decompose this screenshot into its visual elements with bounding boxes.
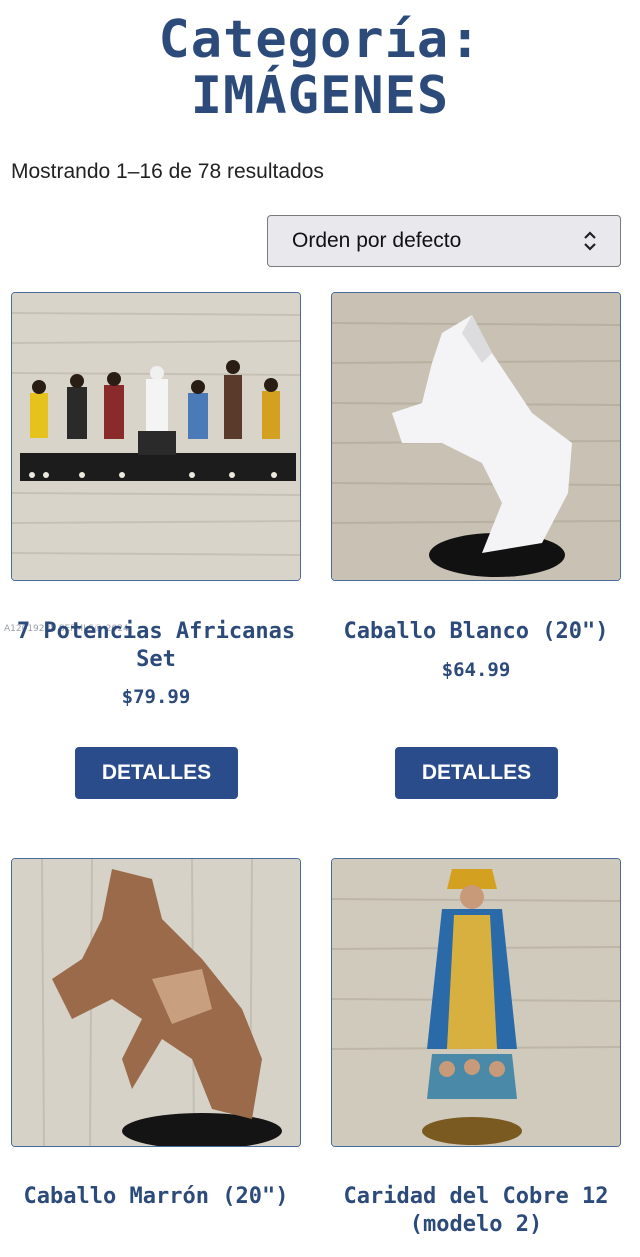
page-title-line1: Categoría:: [158, 10, 482, 70]
product-image-caballo-blanco[interactable]: [331, 292, 621, 581]
details-button[interactable]: DETALLES: [395, 747, 558, 799]
sort-selected-label: Orden por defecto: [292, 229, 462, 252]
page-title: Categoría: IMÁGENES: [0, 12, 640, 124]
product-image-7-potencias[interactable]: [11, 292, 301, 581]
product-image-caballo-marron[interactable]: [11, 858, 301, 1147]
product-price: $79.99: [121, 686, 191, 708]
product-title[interactable]: Caballo Blanco (20"): [316, 618, 636, 646]
result-count: Mostrando 1–16 de 78 resultados: [11, 160, 324, 183]
chevron-updown-icon: [584, 231, 596, 251]
product-title[interactable]: 7 Potencias Africanas Set: [0, 618, 316, 674]
page-title-line2: IMÁGENES: [190, 66, 450, 126]
sort-select[interactable]: Orden por defecto: [267, 215, 621, 267]
product-title[interactable]: Caballo Marrón (20"): [0, 1183, 316, 1211]
product-price: $64.99: [441, 659, 511, 681]
product-image-caridad-del-cobre[interactable]: [331, 858, 621, 1147]
product-title[interactable]: Caridad del Cobre 12 (modelo 2): [316, 1183, 636, 1239]
details-button[interactable]: DETALLES: [75, 747, 238, 799]
